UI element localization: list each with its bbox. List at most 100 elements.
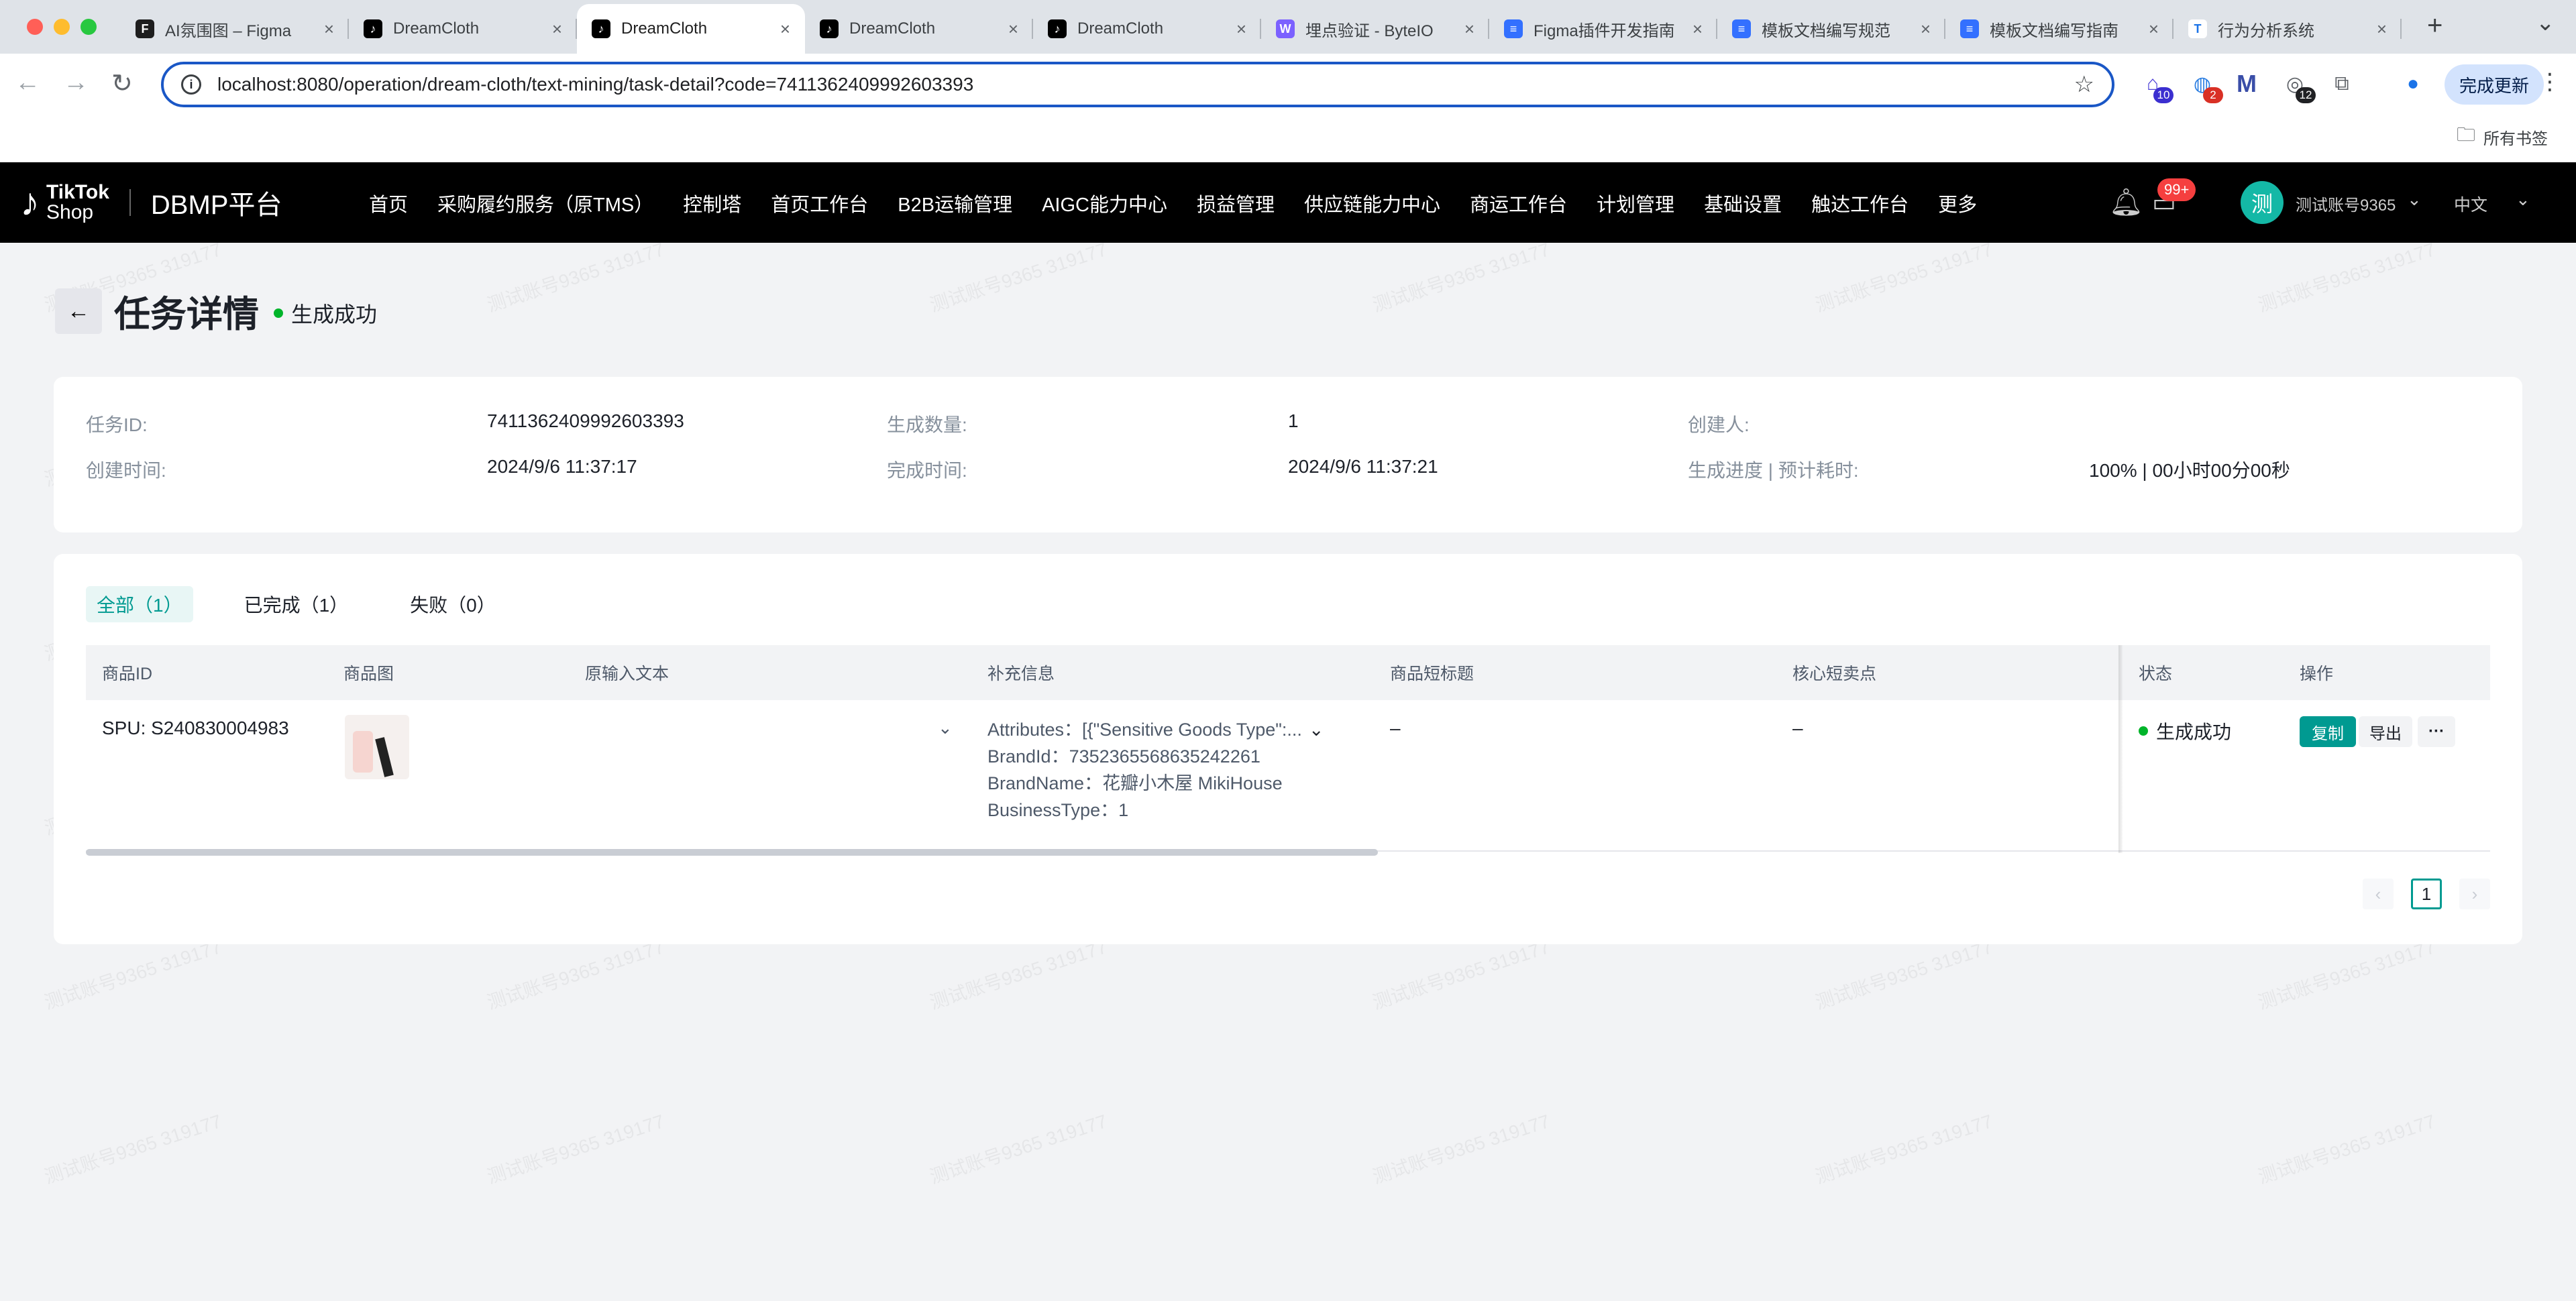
product-thumbnail[interactable]: [345, 715, 409, 779]
horizontal-scrollbar[interactable]: [86, 849, 1378, 856]
extension-globe-icon[interactable]: ◍ 2: [2188, 70, 2223, 103]
task-status: 生成成功: [274, 298, 377, 329]
nav-item[interactable]: 采购履约服务（原TMS）: [437, 189, 653, 217]
language-chevron-icon[interactable]: ⌄: [2516, 189, 2530, 210]
pagination: ‹ 1 ›: [2363, 879, 2490, 909]
browser-tab-title: Figma插件开发指南: [1534, 21, 1675, 40]
user-menu-chevron-icon[interactable]: ⌄: [2407, 189, 2422, 210]
language-switch[interactable]: 中文: [2454, 192, 2487, 216]
nav-item[interactable]: 触达工作台: [1811, 189, 1909, 217]
forward-arrow-icon[interactable]: →: [63, 68, 89, 97]
task-id-value: 7411362409992603393: [487, 410, 684, 431]
col-status: 状态: [2139, 665, 2173, 683]
watermark-text: 测试账号9365 319177: [1370, 936, 1553, 1013]
browser-toolbar: ← → ↻ i localhost:8080/operation/dream-c…: [0, 54, 2576, 169]
close-tab-icon[interactable]: ×: [1921, 19, 1931, 40]
nav-item[interactable]: 商运工作台: [1470, 189, 1567, 217]
site-info-icon[interactable]: i: [181, 74, 201, 95]
page-1-button[interactable]: 1: [2411, 879, 2442, 909]
browser-tab-title: DreamCloth: [1077, 19, 1164, 38]
tab-search-icon[interactable]: ⌄: [2536, 9, 2555, 36]
back-arrow-icon[interactable]: ←: [15, 68, 40, 97]
close-tab-icon[interactable]: ×: [2377, 19, 2387, 40]
nav-item[interactable]: 供应链能力中心: [1304, 189, 1440, 217]
browser-tab[interactable]: ♪ DreamCloth ×: [1033, 4, 1261, 54]
col-product-id: 商品ID: [102, 665, 153, 683]
nav-item[interactable]: 计划管理: [1597, 189, 1674, 217]
copy-button[interactable]: 复制: [2300, 716, 2356, 747]
fixed-header: 状态 操作: [2123, 645, 2490, 700]
browser-tab[interactable]: ≡ 模板文档编写指南 ×: [1945, 4, 2174, 54]
t-icon: T: [2188, 19, 2207, 38]
extension-badge: 2: [2203, 87, 2223, 103]
extra-brand-name: BrandName：花瓣小木屋 MikiHouse: [987, 773, 1283, 793]
close-tab-icon[interactable]: ×: [1693, 19, 1703, 40]
result-list-card: 全部（1） 已完成（1） 失败（0） 商品ID 商品图 原输入文本 补充信息 商品短…: [54, 554, 2522, 944]
export-button[interactable]: 导出: [2359, 716, 2412, 747]
doc-icon: ≡: [1504, 19, 1523, 38]
prev-page-icon[interactable]: ‹: [2363, 879, 2394, 909]
col-short-title: 商品短标题: [1390, 665, 1474, 683]
browser-tab[interactable]: ≡ 模板文档编写规范 ×: [1717, 4, 1945, 54]
expand-attributes-chevron-icon[interactable]: ⌄: [1309, 720, 1324, 740]
back-button[interactable]: ←: [55, 288, 102, 334]
close-window-button[interactable]: [27, 19, 43, 35]
notification-badge: 99+: [2157, 178, 2196, 201]
close-tab-icon[interactable]: ×: [1464, 19, 1474, 40]
extension-home-icon[interactable]: ⌂ 10: [2139, 70, 2174, 103]
extensions-puzzle-icon[interactable]: ⧉: [2328, 70, 2356, 98]
nav-item[interactable]: 基础设置: [1704, 189, 1782, 217]
close-tab-icon[interactable]: ×: [1236, 19, 1246, 40]
browser-tab[interactable]: T 行为分析系统 ×: [2174, 4, 2402, 54]
close-tab-icon[interactable]: ×: [780, 19, 790, 40]
filter-tab[interactable]: 全部（1）: [86, 586, 193, 622]
nav-item[interactable]: AIGC能力中心: [1042, 189, 1167, 217]
close-tab-icon[interactable]: ×: [2149, 19, 2159, 40]
nav-item[interactable]: 首页: [369, 189, 408, 217]
maximize-window-button[interactable]: [80, 19, 97, 35]
task-info-card: 任务ID: 7411362409992603393 生成数量: 1 创建人: 创…: [54, 377, 2522, 532]
avatar[interactable]: 测: [2241, 181, 2284, 224]
expand-input-chevron-icon[interactable]: ⌄: [938, 718, 953, 738]
browser-tab[interactable]: ♪ DreamCloth ×: [805, 4, 1033, 54]
next-page-icon[interactable]: ›: [2459, 879, 2490, 909]
url-text[interactable]: localhost:8080/operation/dream-cloth/tex…: [217, 74, 2074, 95]
bookmark-star-icon[interactable]: ☆: [2074, 71, 2094, 98]
tab-list: F AI氛围图 – Figma × ♪ DreamCloth × ♪ DreamCloth × ♪…: [121, 4, 2402, 54]
nav-item[interactable]: 更多: [1938, 189, 1977, 217]
extension-m-icon[interactable]: M: [2233, 70, 2261, 98]
browser-tab-title: DreamCloth: [393, 19, 480, 38]
user-name[interactable]: 测试账号9365: [2296, 192, 2396, 215]
new-tab-icon[interactable]: +: [2427, 11, 2443, 41]
bell-icon[interactable]: 🔔︎: [2109, 186, 2143, 218]
watermark-text: 测试账号9365 319177: [1813, 1111, 1996, 1188]
all-bookmarks[interactable]: 🗀 所有书签: [2457, 121, 2548, 153]
close-tab-icon[interactable]: ×: [324, 19, 334, 40]
browser-tab[interactable]: F AI氛围图 – Figma ×: [121, 4, 349, 54]
minimize-window-button[interactable]: [54, 19, 70, 35]
extension-badge: 12: [2296, 87, 2316, 103]
nav-item[interactable]: 损益管理: [1197, 189, 1275, 217]
created-value: 2024/9/6 11:37:17: [487, 456, 637, 477]
profile-icon[interactable]: ●: [2399, 70, 2427, 98]
logo[interactable]: ♪ TikTok Shop DBMP平台: [20, 180, 282, 225]
more-actions-icon[interactable]: ···: [2418, 716, 2455, 747]
close-tab-icon[interactable]: ×: [552, 19, 562, 40]
watermark-text: 测试账号9365 319177: [42, 1111, 225, 1188]
extension-camera-icon[interactable]: ◎ 12: [2281, 70, 2316, 103]
reload-icon[interactable]: ↻: [111, 68, 133, 99]
nav-item[interactable]: 首页工作台: [771, 189, 868, 217]
watermark-text: 测试账号9365 319177: [1370, 1111, 1553, 1188]
browser-tab[interactable]: ≡ Figma插件开发指南 ×: [1489, 4, 1717, 54]
browser-tab[interactable]: ♪ DreamCloth ×: [577, 4, 805, 54]
nav-item[interactable]: B2B运输管理: [898, 189, 1012, 217]
close-tab-icon[interactable]: ×: [1008, 19, 1018, 40]
address-bar[interactable]: i localhost:8080/operation/dream-cloth/t…: [161, 62, 2114, 107]
browser-tab[interactable]: ♪ DreamCloth ×: [349, 4, 577, 54]
browser-tab[interactable]: W 埋点验证 - ByteIO ×: [1261, 4, 1489, 54]
update-button[interactable]: 完成更新: [2445, 64, 2544, 105]
filter-tab[interactable]: 已完成（1）: [233, 586, 360, 622]
filter-tab[interactable]: 失败（0）: [399, 586, 506, 622]
browser-menu-icon[interactable]: ⋮: [2538, 68, 2561, 95]
nav-item[interactable]: 控制塔: [683, 189, 741, 217]
